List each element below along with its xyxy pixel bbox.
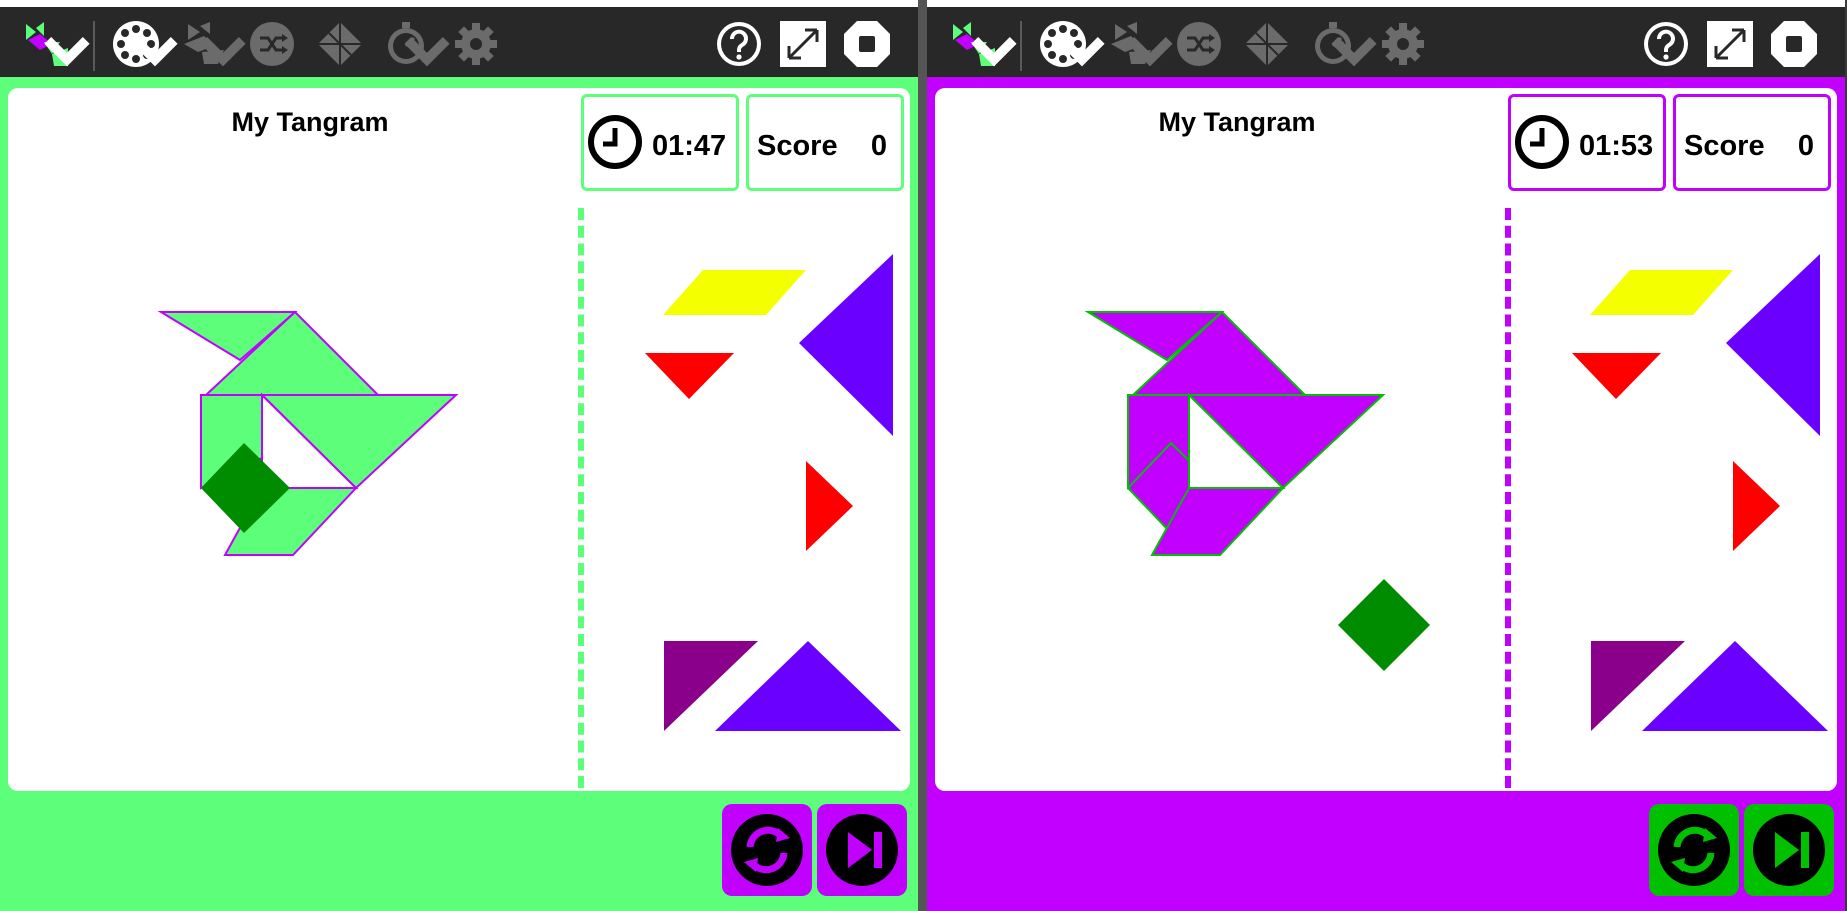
refresh-button[interactable] [722, 804, 812, 896]
timer-icon[interactable]: * [1311, 20, 1377, 68]
skip-button[interactable] [1744, 804, 1834, 896]
toolbar: * [0, 7, 918, 77]
piece-large-triangle-blue[interactable] [799, 254, 893, 436]
top-strip [0, 0, 918, 7]
pattern-icon[interactable] [316, 20, 364, 68]
piece-square-green[interactable] [1338, 579, 1430, 671]
stop-icon[interactable] [843, 20, 891, 68]
skip-button[interactable] [817, 804, 907, 896]
game-area: My Tangram 01:53 Score 0 [927, 77, 1845, 911]
sample-menu-icon[interactable] [112, 20, 178, 68]
target-shape [1084, 310, 1386, 556]
piece-small-triangle-red-2[interactable] [806, 461, 853, 551]
piece-parallelogram-yellow[interactable] [1590, 270, 1733, 315]
tangram-logo-icon[interactable] [24, 20, 90, 68]
fullscreen-icon[interactable] [1706, 20, 1754, 68]
toolbar-separator [93, 21, 95, 71]
piece-small-triangle-red[interactable] [645, 353, 734, 399]
sample-menu-icon[interactable] [1039, 20, 1105, 68]
fullscreen-icon[interactable] [779, 20, 827, 68]
shape-icon[interactable] [180, 20, 246, 68]
settings-icon[interactable] [1379, 20, 1427, 68]
pattern-icon[interactable] [1243, 20, 1291, 68]
shape-icon[interactable] [1107, 20, 1173, 68]
target-shape [157, 310, 459, 556]
board: My Tangram 01:53 Score 0 [935, 88, 1837, 791]
piece-parallelogram-yellow[interactable] [663, 270, 806, 315]
board: My Tangram 01:47 Score 0 [8, 88, 910, 791]
shuffle-icon[interactable] [1175, 20, 1223, 68]
refresh-button[interactable] [1649, 804, 1739, 896]
toolbar-separator [1020, 21, 1022, 71]
toolbar: * [927, 7, 1845, 77]
tangram-logo-icon[interactable] [951, 20, 1017, 68]
top-strip [927, 0, 1845, 7]
shuffle-icon[interactable] [248, 20, 296, 68]
settings-icon[interactable] [452, 20, 500, 68]
help-icon[interactable] [1642, 20, 1690, 68]
game-area: My Tangram 01:47 Score 0 [0, 77, 918, 911]
piece-small-triangle-red[interactable] [1572, 353, 1661, 399]
player-pane-1: * My Tangram 01:47 Score 0 [0, 0, 918, 911]
piece-large-triangle-blue[interactable] [1726, 254, 1820, 436]
help-icon[interactable] [715, 20, 763, 68]
timer-icon[interactable]: * [384, 20, 450, 68]
piece-small-triangle-red-2[interactable] [1733, 461, 1780, 551]
player-pane-2: * My Tangram 01:53 Score 0 [927, 0, 1845, 911]
stop-icon[interactable] [1770, 20, 1818, 68]
pane-separator [918, 0, 927, 911]
